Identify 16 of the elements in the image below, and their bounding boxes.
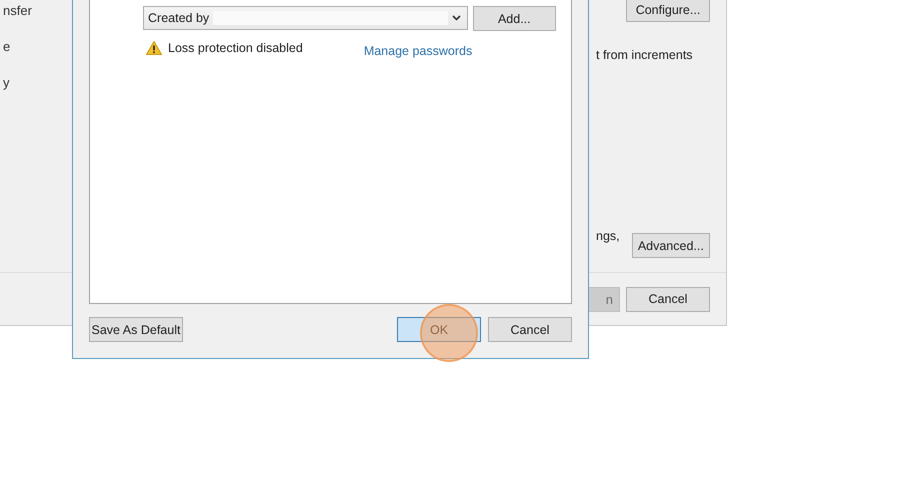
sidebar-item[interactable]: e — [3, 39, 32, 54]
sidebar-item[interactable]: y — [3, 75, 32, 90]
password-dropdown[interactable]: Created by — [143, 6, 468, 30]
warning-icon — [146, 40, 162, 54]
cancel-button[interactable]: Cancel — [626, 286, 710, 312]
advanced-button[interactable]: Advanced... — [632, 233, 710, 258]
warning-text: Loss protection disabled — [168, 40, 303, 54]
save-as-default-button[interactable]: Save As Default — [89, 317, 183, 342]
configure-button[interactable]: Configure... — [626, 0, 710, 22]
sidebar-item[interactable]: nsfer — [3, 3, 32, 18]
manage-passwords-link[interactable]: Manage passwords — [364, 44, 472, 58]
chevron-icon — [452, 15, 461, 21]
option-label: ngs, — [596, 229, 620, 243]
option-label: t from increments — [596, 48, 693, 62]
cancel-button[interactable]: Cancel — [488, 317, 572, 342]
add-button[interactable]: Add... — [472, 6, 556, 31]
